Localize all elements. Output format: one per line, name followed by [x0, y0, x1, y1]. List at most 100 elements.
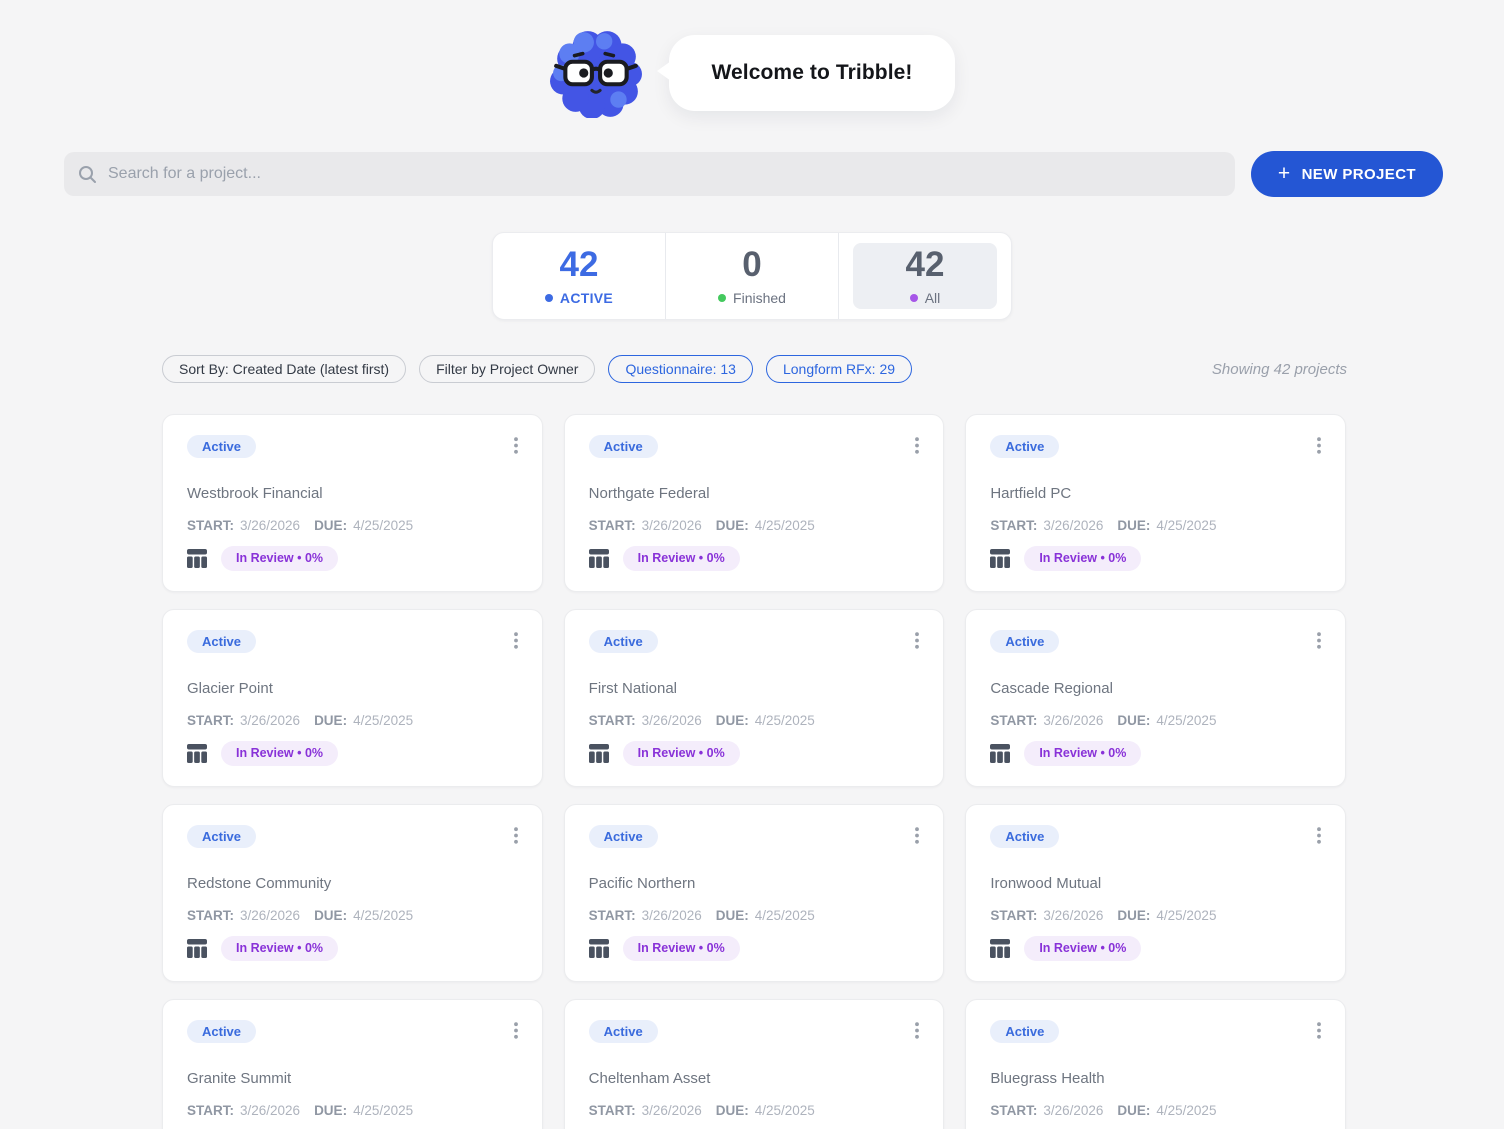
project-card[interactable]: Active Pacific Northern Energy Vendor Pa…: [563, 804, 945, 982]
start-label: START:: [990, 713, 1038, 728]
kebab-menu-icon[interactable]: [1313, 1020, 1325, 1046]
project-card[interactable]: Active First National Bank FinSec First …: [563, 609, 945, 787]
showing-projects-count: Showing 42 projects: [1211, 360, 1347, 378]
project-card[interactable]: Active Cheltenham Asset Management Chelt…: [563, 999, 945, 1129]
project-title: First National Bank FinSec: [589, 671, 920, 674]
project-card[interactable]: Active Northgate Federal CMMC Northgate …: [563, 414, 945, 592]
kebab-menu-icon[interactable]: [1313, 435, 1325, 461]
tribble-mascot-icon: [550, 31, 643, 118]
project-dates: START: 3/26/2026 DUE: 4/25/2025: [187, 713, 518, 728]
project-title: Redstone Community Bank Tech: [187, 866, 518, 869]
table-icon: [187, 939, 207, 958]
search-input[interactable]: [108, 165, 1221, 183]
project-dates: START: 3/26/2026 DUE: 4/25/2025: [990, 1103, 1321, 1118]
project-card[interactable]: Active Redstone Community Bank Tech Reds…: [162, 804, 543, 982]
start-label: START:: [990, 908, 1038, 923]
stat-segment-active[interactable]: 42 ACTIVE: [493, 233, 665, 319]
kebab-menu-icon[interactable]: [911, 630, 923, 656]
active-count: 42: [559, 244, 599, 284]
due-label: DUE:: [1117, 713, 1151, 728]
finished-label: Finished: [733, 289, 786, 306]
start-date: 3/26/2026: [1043, 908, 1104, 923]
project-title: Cascade Regional Medical HIPAA: [990, 671, 1321, 674]
project-card[interactable]: Active Westbrook Financial IT Vendor Wes…: [162, 414, 543, 592]
stat-segment-finished[interactable]: 0 Finished: [666, 233, 838, 319]
project-card[interactable]: Active Glacier Point Utilities OT Glacie…: [162, 609, 543, 787]
project-dates: START: 3/26/2026 DUE: 4/25/2025: [589, 1103, 920, 1118]
project-title: Bluegrass Health Network Vendor: [990, 1061, 1321, 1064]
due-label: DUE:: [1117, 908, 1151, 923]
table-icon: [990, 549, 1011, 568]
project-subtitle: Ironwood Mutual: [990, 875, 1102, 892]
kebab-menu-icon[interactable]: [510, 435, 522, 461]
new-project-button[interactable]: + NEW PROJECT: [1250, 151, 1443, 197]
review-progress-badge: In Review • 0%: [622, 546, 740, 571]
due-date: 4/25/2025: [353, 908, 414, 923]
table-icon: [588, 744, 609, 763]
due-date: 4/25/2025: [1156, 1103, 1217, 1118]
questionnaire-filter-chip[interactable]: Questionnaire: 13: [608, 355, 753, 383]
project-dates: START: 3/26/2026 DUE: 4/25/2025: [990, 713, 1321, 728]
project-subtitle: Glacier Point: [187, 680, 273, 697]
kebab-menu-icon[interactable]: [510, 1020, 522, 1046]
review-progress-badge: In Review • 0%: [221, 741, 339, 766]
project-dates: START: 3/26/2026 DUE: 4/25/2025: [990, 518, 1321, 533]
project-title: Northgate Federal CMMC: [589, 476, 920, 479]
table-icon: [990, 939, 1011, 958]
project-dates: START: 3/26/2026 DUE: 4/25/2025: [187, 908, 518, 923]
filter-owner-chip[interactable]: Filter by Project Owner: [419, 355, 596, 383]
project-subtitle: Cascade Regional: [990, 680, 1113, 697]
active-dot-icon: [544, 293, 553, 302]
due-date: 4/25/2025: [1156, 908, 1217, 923]
start-date: 3/26/2026: [1043, 1103, 1104, 1118]
longform-rfx-filter-chip[interactable]: Longform RFx: 29: [765, 355, 913, 383]
status-badge: Active: [588, 630, 658, 653]
start-date: 3/26/2026: [240, 908, 301, 923]
due-date: 4/25/2025: [754, 518, 815, 533]
review-progress-badge: In Review • 0%: [1024, 546, 1142, 571]
status-badge: Active: [588, 825, 658, 848]
welcome-bubble: Welcome to Tribble!: [669, 35, 955, 111]
projects-grid: Active Westbrook Financial IT Vendor Wes…: [162, 414, 1346, 1129]
kebab-menu-icon[interactable]: [510, 825, 522, 851]
all-dot-icon: [909, 293, 918, 302]
table-icon: [588, 549, 609, 568]
project-dates: START: 3/26/2026 DUE: 4/25/2025: [990, 908, 1321, 923]
start-date: 3/26/2026: [641, 908, 702, 923]
sort-by-chip[interactable]: Sort By: Created Date (latest first): [162, 355, 407, 383]
start-label: START:: [187, 518, 234, 533]
search-box[interactable]: [64, 152, 1235, 196]
project-card[interactable]: Active Hartfield PC Insurance Cyber Hart…: [965, 414, 1346, 592]
project-card[interactable]: Active Bluegrass Health Network Vendor B…: [965, 999, 1346, 1129]
project-subtitle: Westbrook Financial: [187, 485, 323, 502]
start-label: START:: [990, 518, 1038, 533]
review-progress-badge: In Review • 0%: [221, 936, 339, 961]
project-card[interactable]: Active Granite Summit Capital InvestorDD…: [162, 999, 543, 1129]
new-project-label: NEW PROJECT: [1301, 165, 1416, 183]
due-label: DUE:: [314, 1103, 348, 1118]
stat-segment-all[interactable]: 42 All: [839, 233, 1011, 319]
card-footer: In Review • 0%: [588, 936, 920, 961]
start-date: 3/26/2026: [1043, 518, 1104, 533]
project-subtitle: Redstone Community: [187, 875, 332, 892]
project-dates: START: 3/26/2026 DUE: 4/25/2025: [589, 518, 920, 533]
start-date: 3/26/2026: [641, 1103, 702, 1118]
due-label: DUE:: [314, 908, 348, 923]
project-card[interactable]: Active Ironwood Mutual VendorAssessment …: [965, 804, 1346, 982]
kebab-menu-icon[interactable]: [510, 630, 522, 656]
start-label: START:: [588, 1103, 636, 1118]
project-card[interactable]: Active Cascade Regional Medical HIPAA Ca…: [965, 609, 1346, 787]
kebab-menu-icon[interactable]: [1313, 630, 1325, 656]
project-title: Granite Summit Capital InvestorDD: [187, 1061, 518, 1064]
kebab-menu-icon[interactable]: [911, 1020, 923, 1046]
table-icon: [588, 939, 609, 958]
kebab-menu-icon[interactable]: [911, 825, 923, 851]
due-date: 4/25/2025: [353, 713, 414, 728]
due-label: DUE:: [715, 518, 749, 533]
kebab-menu-icon[interactable]: [1313, 825, 1325, 851]
kebab-menu-icon[interactable]: [911, 435, 923, 461]
project-subtitle: Bluegrass Health: [990, 1070, 1105, 1087]
start-label: START:: [588, 713, 636, 728]
search-row: + NEW PROJECT: [64, 151, 1443, 197]
all-label: All: [924, 289, 941, 306]
